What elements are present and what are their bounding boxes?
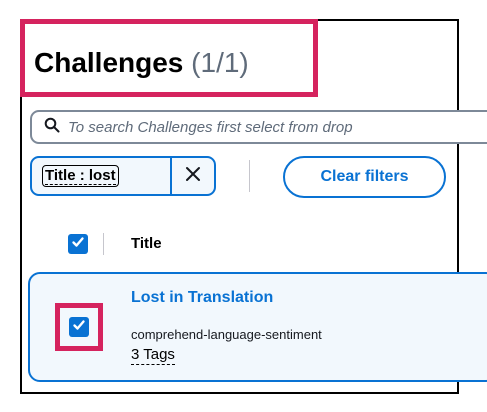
challenge-subtitle: comprehend-language-sentiment [131,327,322,342]
remove-filter-button[interactable] [170,156,216,196]
page-title-count: (1/1) [191,47,249,78]
filter-token-label-box: Title : lost [42,165,119,187]
filter-token-body[interactable]: Title : lost [30,156,172,196]
filter-token: Title : lost [30,156,216,196]
column-divider [103,233,104,255]
checkbox-highlight [55,303,103,351]
search-input[interactable] [68,118,487,136]
search-field[interactable] [30,110,487,144]
filter-divider [249,160,250,192]
close-icon [185,166,201,187]
select-all-checkbox[interactable] [68,234,88,254]
page-title-text: Challenges [34,47,184,78]
page-title: Challenges (1/1) [34,45,249,81]
challenge-tags[interactable]: 3 Tags [131,346,175,365]
clear-filters-button[interactable]: Clear filters [283,156,446,198]
challenge-title-link[interactable]: Lost in Translation [131,289,273,307]
column-header-title[interactable]: Title [131,235,162,252]
search-icon [44,117,60,138]
checkmark-icon [71,235,85,254]
filter-token-label: Title : lost [45,167,116,185]
